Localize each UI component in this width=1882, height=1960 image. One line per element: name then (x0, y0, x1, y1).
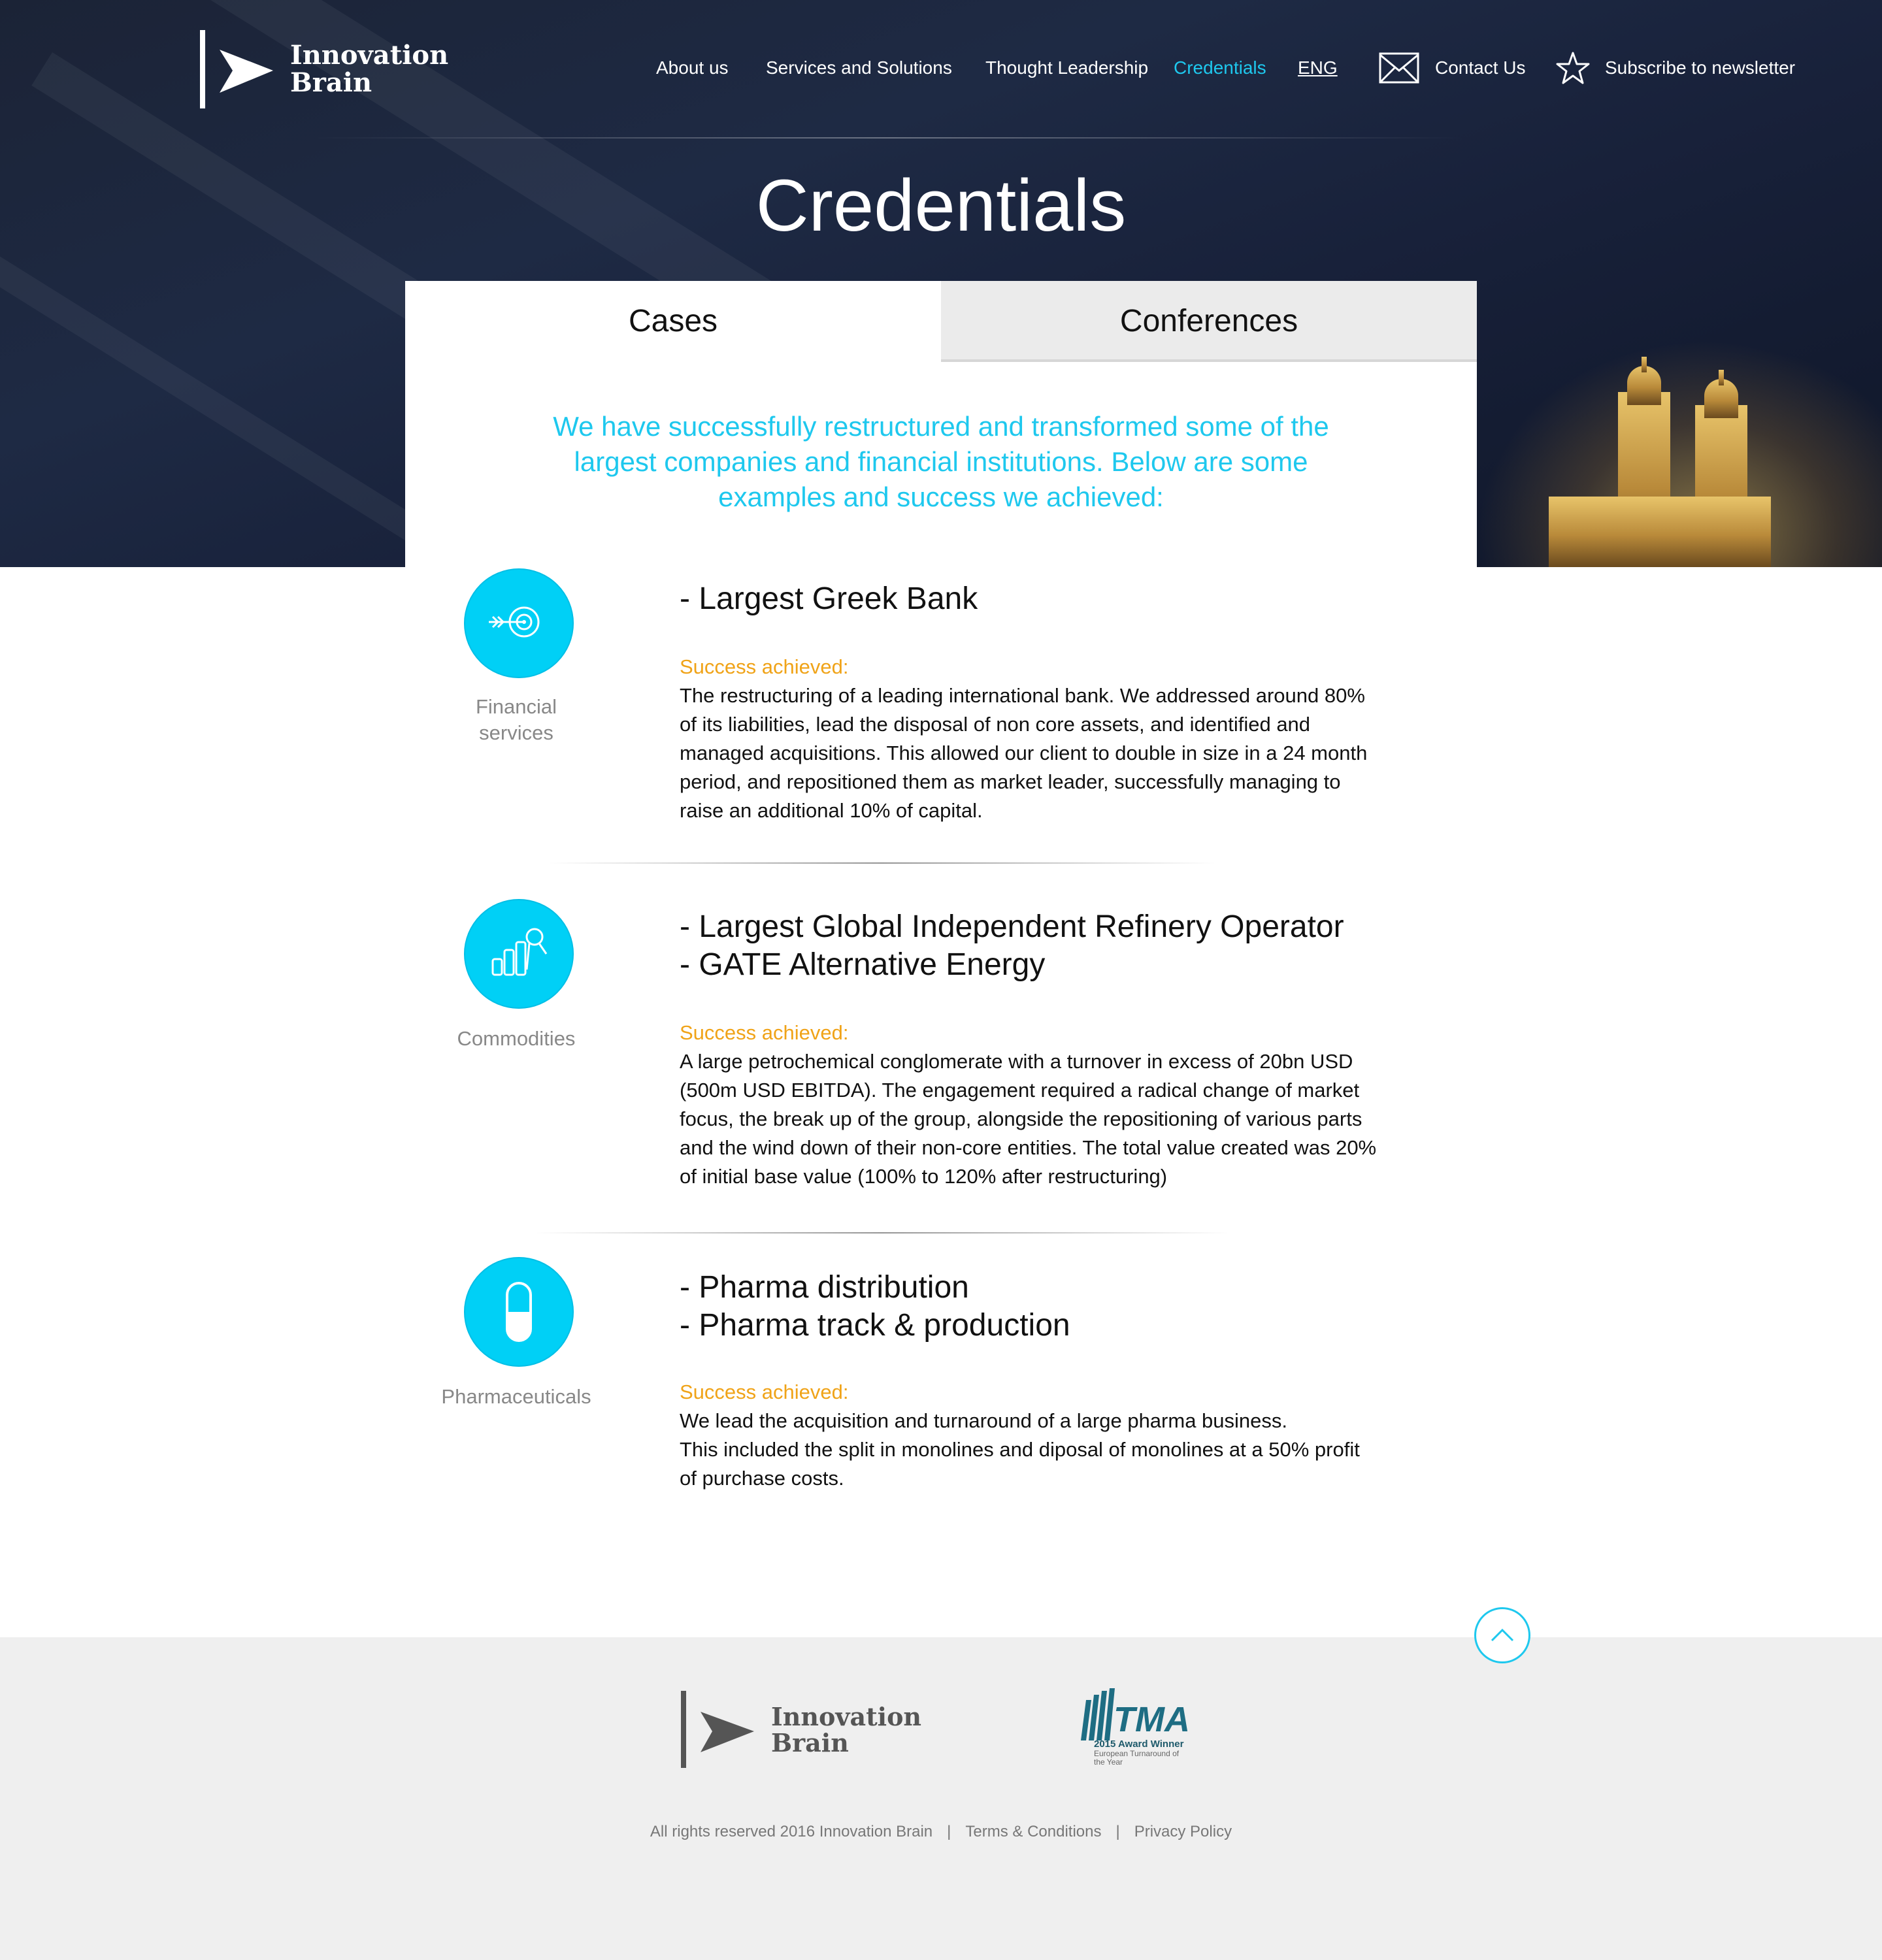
copyright-text: All rights reserved 2016 Innovation Brai… (650, 1823, 933, 1840)
chevron-up-icon (1491, 1628, 1514, 1642)
tab-bar: Cases Conferences (405, 281, 1477, 362)
tma-award-subtext: European Turnaround of the Year (1094, 1749, 1180, 1767)
case-description: The restructuring of a leading internati… (680, 684, 1368, 822)
target-arrow-icon (464, 568, 574, 678)
case-title: - Largest Greek Bank (680, 581, 978, 616)
success-label: Success achieved: (680, 655, 849, 678)
tma-award-badge: TMA 2015 Award Winner European Turnaroun… (1074, 1686, 1192, 1771)
case-title: - Largest Global Independent Refinery Op… (680, 909, 1344, 982)
tma-award-text: 2015 Award Winner (1094, 1739, 1184, 1750)
case-category: Financial services (475, 695, 557, 744)
tab-cases[interactable]: Cases (405, 281, 941, 362)
pill-capsule-icon (464, 1257, 574, 1367)
page-title: Credentials (755, 165, 1127, 246)
envelope-icon[interactable] (1379, 52, 1419, 84)
tma-letters: TMA (1114, 1700, 1190, 1739)
tab-conferences[interactable]: Conferences (941, 281, 1477, 362)
divider: | (947, 1823, 951, 1840)
nav-credentials[interactable]: Credentials (1174, 54, 1266, 82)
case-category: Commodities (457, 1027, 576, 1050)
footer-logo[interactable]: Innovation Brain (680, 1690, 928, 1771)
brand-mark-icon (681, 1691, 754, 1768)
nav-thought-leadership[interactable]: Thought Leadership (985, 54, 1148, 82)
case-description: We lead the acquisition and turnaround o… (680, 1409, 1360, 1490)
case-category: Pharmaceuticals (441, 1385, 591, 1408)
cathedral-spire-right (1719, 370, 1724, 385)
nav-services[interactable]: Services and Solutions (766, 54, 952, 82)
success-label: Success achieved: (680, 1380, 849, 1403)
intro-text: We have successfully restructured and tr… (553, 411, 1329, 512)
footer-wordmark: Innovation Brain (771, 1702, 922, 1757)
nav-subscribe-newsletter[interactable]: Subscribe to newsletter (1605, 54, 1795, 82)
case-separator (549, 862, 1215, 864)
terms-link[interactable]: Terms & Conditions (965, 1821, 1101, 1842)
case-description: A large petrochemical conglomerate with … (680, 1050, 1377, 1188)
brand-wordmark: Innovation Brain (290, 40, 449, 98)
bar-chart-search-icon (464, 899, 574, 1009)
brand-logo[interactable]: Innovation Brain (196, 30, 448, 111)
footer (0, 1637, 1882, 1960)
brand-mark-icon (200, 30, 273, 108)
star-icon[interactable] (1555, 51, 1591, 85)
cathedral-spire-left (1642, 357, 1647, 372)
nav-contact-us[interactable]: Contact Us (1435, 54, 1526, 82)
back-to-top-button[interactable] (1474, 1607, 1530, 1663)
nav-language[interactable]: ENG (1298, 54, 1338, 82)
case-title: - Pharma distribution - Pharma track & p… (680, 1270, 1070, 1343)
success-label: Success achieved: (680, 1021, 849, 1044)
hero-divider (314, 137, 1464, 139)
footer-legal: All rights reserved 2016 Innovation Brai… (0, 1821, 1882, 1842)
cathedral-body (1549, 497, 1771, 567)
case-separator (536, 1232, 1229, 1233)
nav-about-us[interactable]: About us (656, 54, 729, 82)
divider: | (1115, 1823, 1120, 1840)
privacy-link[interactable]: Privacy Policy (1134, 1821, 1232, 1842)
